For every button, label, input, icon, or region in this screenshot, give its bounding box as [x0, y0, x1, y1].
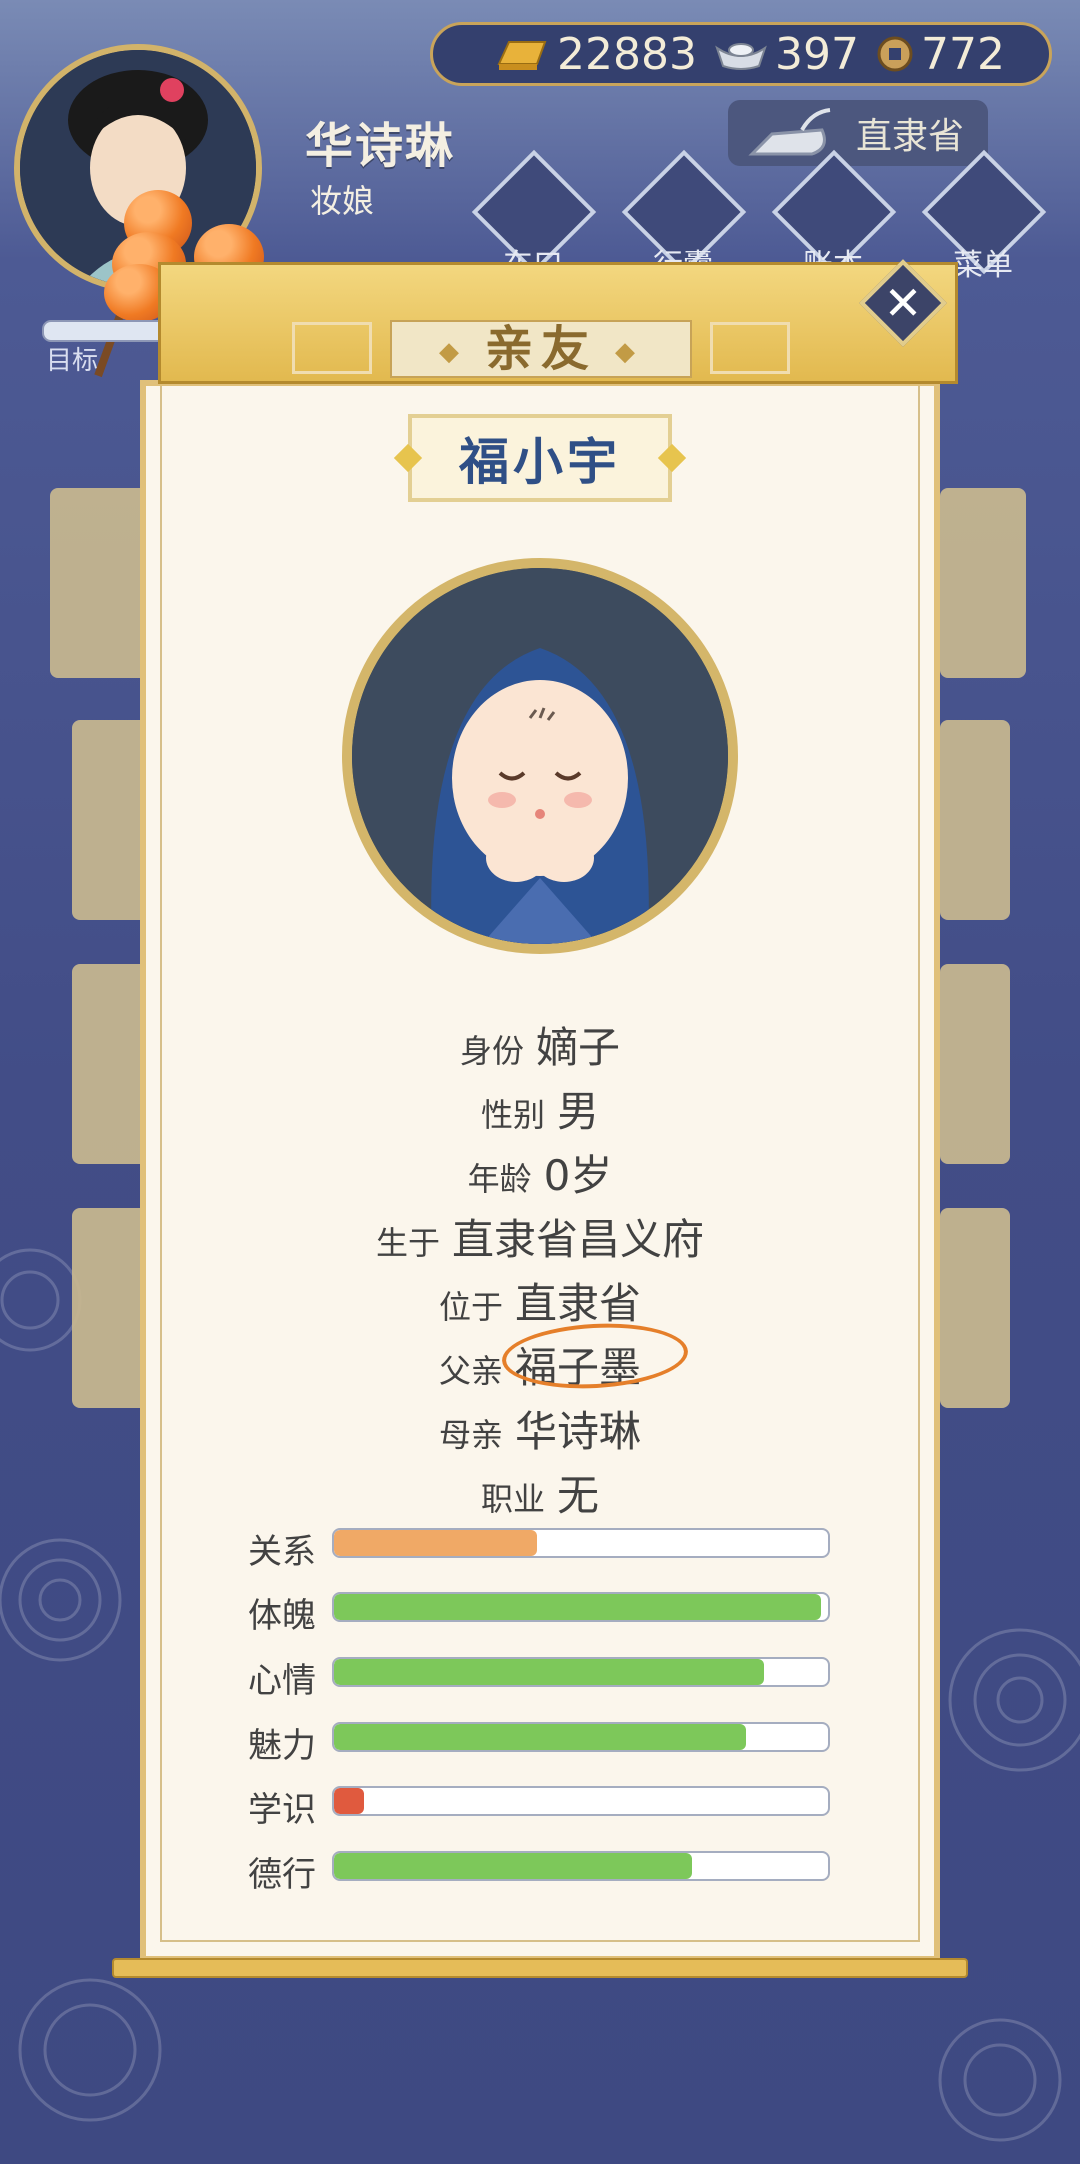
- info-value: 直隶省昌义府: [452, 1215, 705, 1264]
- info-value: 无: [557, 1471, 600, 1520]
- info-value: 直隶省: [515, 1279, 642, 1328]
- panel-title: ◆ 亲友 ◆: [438, 321, 643, 377]
- stat-bar-relationship: [332, 1528, 830, 1558]
- info-key: 年龄: [467, 1160, 532, 1198]
- silver-item: 397: [713, 29, 859, 80]
- info-key: 职业: [480, 1480, 545, 1518]
- info-value: 0岁: [543, 1151, 613, 1200]
- stat-label: 关系: [248, 1532, 316, 1572]
- stat-fill: [334, 1594, 821, 1620]
- stat-label: 体魄: [248, 1596, 316, 1636]
- stat-fill: [334, 1788, 364, 1814]
- info-key: 身份: [459, 1032, 524, 1070]
- stat-bar-physique: [332, 1592, 830, 1622]
- info-row-occupation: 职业无: [0, 1462, 1080, 1523]
- target-label: 目标: [46, 346, 99, 376]
- panel-title-text: 亲友: [484, 321, 597, 377]
- info-key: 母亲: [438, 1416, 503, 1454]
- side-card: [940, 720, 1010, 920]
- side-card: [50, 488, 150, 678]
- currency-bar: 22883 397 772: [430, 22, 1052, 86]
- info-row-gender: 性别男: [0, 1078, 1080, 1139]
- child-name-plate: 福小宇: [393, 414, 687, 502]
- stat-bar-charm: [332, 1722, 830, 1752]
- stat-fill: [334, 1659, 764, 1685]
- silver-ingot-icon: [715, 43, 767, 70]
- stat-label: 魅力: [248, 1726, 316, 1766]
- info-row-mother: 母亲 华诗琳: [0, 1398, 1080, 1459]
- info-key: 父亲: [438, 1352, 503, 1390]
- info-value: 男: [557, 1087, 600, 1136]
- stat-label: 心情: [248, 1661, 316, 1701]
- player-title: 妆娘: [310, 182, 375, 220]
- stat-bar-virtue: [332, 1851, 830, 1881]
- copper-coin-icon: [877, 36, 913, 72]
- info-row-location: 位于 直隶省: [0, 1270, 1080, 1331]
- stat-fill: [334, 1853, 693, 1879]
- iron-icon: [748, 108, 831, 156]
- stat-label: 德行: [248, 1855, 316, 1895]
- info-row-birthplace: 生于 直隶省昌义府: [0, 1206, 1080, 1267]
- baby-illustration: [352, 568, 728, 944]
- info-value: 华诗琳: [515, 1407, 642, 1456]
- header-ornament: [292, 322, 372, 374]
- gold-amount: 22883: [557, 28, 697, 80]
- stat-bar-mood: [332, 1657, 830, 1687]
- scroll-roller: [112, 1958, 968, 1978]
- info-key: 性别: [480, 1096, 545, 1134]
- region-button[interactable]: 直隶省: [728, 100, 988, 166]
- close-icon[interactable]: ✕: [872, 272, 934, 334]
- info-row-identity: 身份 嫡子: [0, 1014, 1080, 1075]
- player-name: 华诗琳: [305, 118, 456, 174]
- header-ornament: [710, 322, 790, 374]
- stat-fill: [334, 1724, 747, 1750]
- child-portrait: [342, 558, 738, 954]
- info-row-age: 年龄 0岁: [0, 1142, 1080, 1203]
- gold-bar-icon: [497, 41, 547, 70]
- info-value: 嫡子: [536, 1023, 621, 1072]
- info-key: 生于: [375, 1224, 440, 1262]
- stat-bar-knowledge: [332, 1786, 830, 1816]
- silver-amount: 397: [774, 28, 859, 80]
- region-label: 直隶省: [855, 116, 964, 157]
- coin-amount: 772: [920, 28, 1005, 80]
- side-card: [940, 488, 1026, 678]
- stat-label: 学识: [248, 1790, 316, 1830]
- coin-item: 772: [875, 29, 1005, 80]
- gold-item: 22883: [493, 29, 697, 80]
- info-key: 位于: [438, 1288, 503, 1326]
- child-name: 福小宇: [459, 433, 621, 491]
- stat-fill: [334, 1530, 537, 1556]
